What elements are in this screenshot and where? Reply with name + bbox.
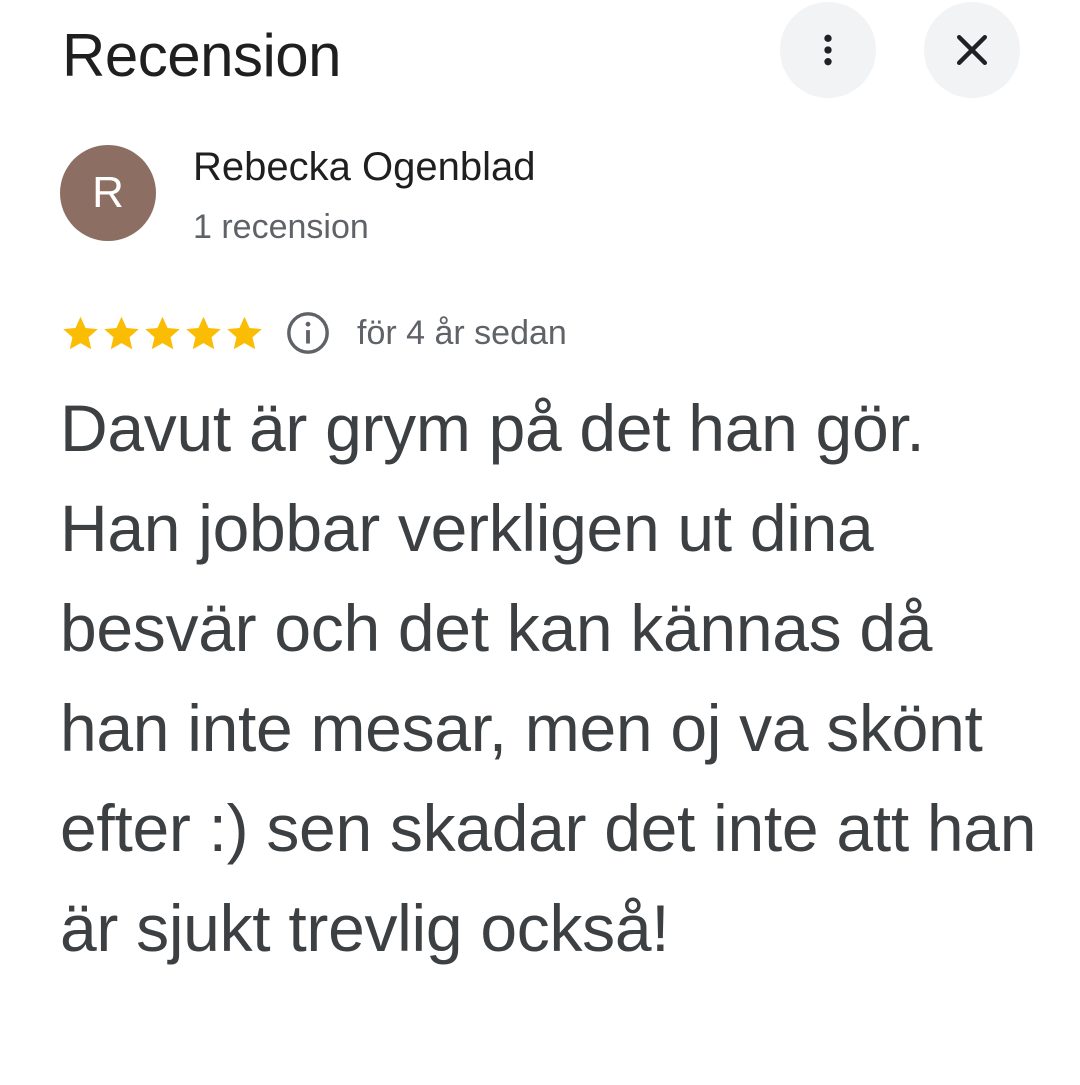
star-icon	[104, 316, 139, 349]
info-button[interactable]	[285, 310, 331, 356]
star-icon	[186, 316, 221, 349]
dialog-title: Recension	[62, 22, 342, 89]
review-text: Davut är grym på det han gör. Han jobbar…	[60, 391, 1037, 965]
star-icon	[145, 316, 180, 349]
close-button[interactable]	[924, 2, 1020, 98]
more-options-button[interactable]	[780, 2, 876, 98]
more-vert-icon	[824, 34, 832, 66]
review-dialog: Recension R Rebecka Ogenblad 1 recension	[0, 0, 1080, 1085]
avatar-initial: R	[92, 168, 124, 217]
star-rating	[60, 313, 265, 354]
avatar[interactable]: R	[60, 145, 156, 241]
rating-row: för 4 år sedan	[60, 306, 567, 360]
star-icon	[227, 316, 262, 349]
close-icon	[956, 34, 988, 66]
review-time: för 4 år sedan	[357, 314, 567, 352]
star-icon	[63, 316, 98, 349]
author-name[interactable]: Rebecka Ogenblad	[193, 142, 535, 192]
info-icon	[287, 312, 329, 354]
author-review-count: 1 recension	[193, 208, 369, 246]
